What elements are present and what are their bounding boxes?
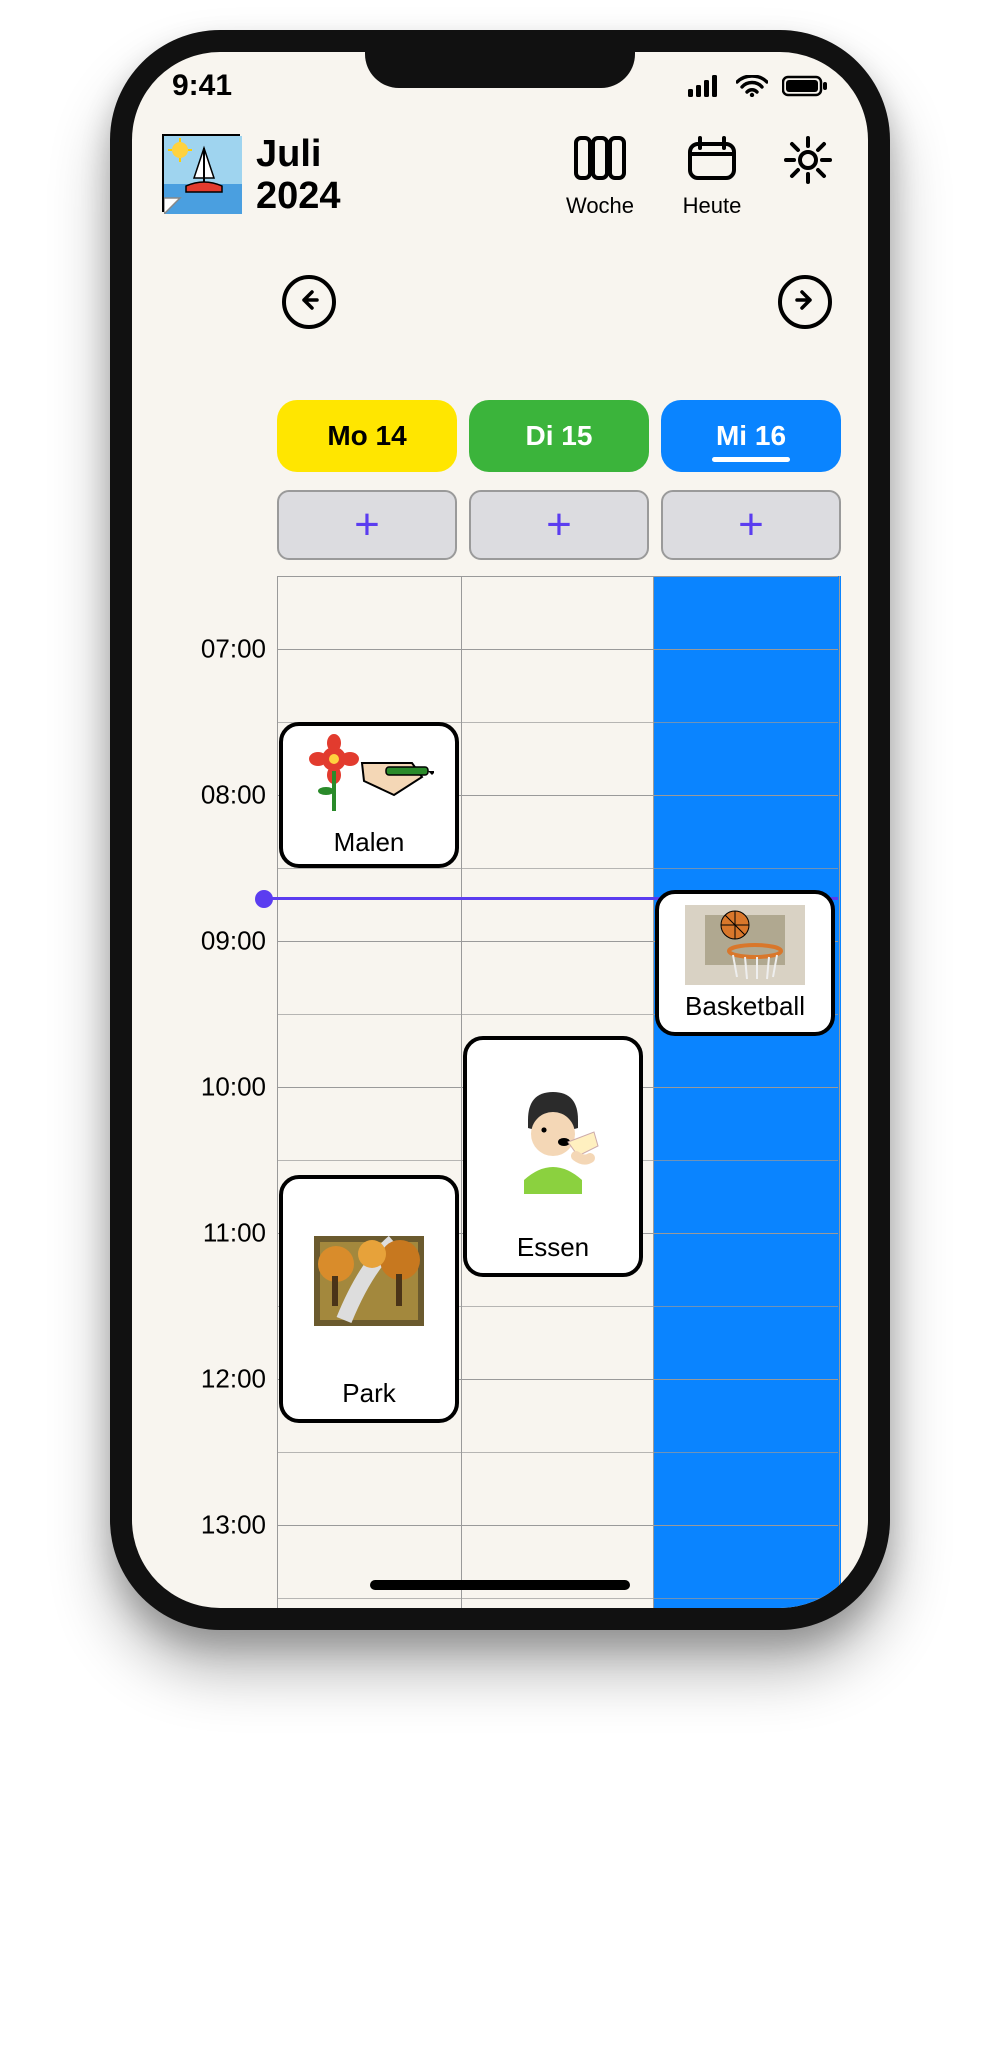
- week-view-button[interactable]: Woche: [554, 134, 646, 219]
- time-label: 10:00: [201, 1072, 266, 1103]
- settings-button[interactable]: [778, 134, 838, 191]
- add-event-button-wed[interactable]: +: [661, 490, 841, 560]
- app-logo[interactable]: [162, 134, 240, 212]
- battery-icon: [782, 75, 828, 97]
- grid-hour-line: [277, 649, 838, 650]
- today-label: Heute: [683, 193, 742, 219]
- grid-column-divider: [277, 576, 278, 1608]
- day-pill-label: Mo 14: [327, 420, 406, 452]
- day-pill-label: Mi 16: [716, 420, 786, 452]
- phone-frame: 9:41: [110, 30, 890, 1630]
- event-card[interactable]: Essen: [463, 1036, 643, 1277]
- grid-hour-line: [277, 576, 838, 577]
- wifi-icon: [736, 75, 768, 97]
- time-label: 11:00: [203, 1218, 266, 1249]
- park-icon: [291, 1189, 447, 1374]
- add-event-button-tue[interactable]: +: [469, 490, 649, 560]
- event-label: Malen: [334, 827, 405, 858]
- flower-paint-icon: [291, 733, 447, 823]
- eating-icon: [475, 1050, 631, 1228]
- selected-underline: [712, 457, 790, 462]
- week-view-label: Woche: [566, 193, 634, 219]
- time-gutter: 07:00 08:00 09:00 10:00 11:00 12:00 13:00: [182, 576, 272, 1608]
- app-header: Juli 2024 Woche: [132, 120, 868, 219]
- day-pill-label: Di 15: [526, 420, 593, 452]
- event-card[interactable]: Basketball: [655, 890, 835, 1036]
- event-card[interactable]: Park: [279, 1175, 459, 1423]
- grid-column-divider: [461, 576, 462, 1608]
- time-label: 13:00: [201, 1510, 266, 1541]
- day-columns: Mo 14 + Di 15 + Mi 16: [277, 400, 840, 1608]
- time-label: 07:00: [201, 634, 266, 665]
- basketball-icon: [667, 904, 823, 987]
- grid-halfhour-line: [277, 1598, 838, 1599]
- arrow-right-icon: [793, 288, 817, 317]
- screen: 9:41: [132, 52, 868, 1608]
- status-time: 9:41: [172, 69, 232, 103]
- today-column-highlight: [653, 576, 841, 1608]
- today-button[interactable]: Heute: [666, 134, 758, 219]
- plus-icon: +: [546, 503, 572, 547]
- grid-halfhour-line: [277, 1452, 838, 1453]
- current-time-dot-icon: [255, 890, 273, 908]
- grid-hour-line: [277, 1525, 838, 1526]
- event-card[interactable]: Malen: [279, 722, 459, 868]
- day-pill-mon[interactable]: Mo 14: [277, 400, 457, 472]
- calendar-icon: [686, 134, 738, 187]
- time-label: 12:00: [201, 1364, 266, 1395]
- event-label: Essen: [517, 1232, 589, 1263]
- home-indicator: [370, 1580, 630, 1590]
- time-label: 09:00: [201, 926, 266, 957]
- event-label: Basketball: [685, 991, 805, 1022]
- arrow-left-icon: [297, 288, 321, 317]
- header-year: 2024: [256, 176, 554, 218]
- grid-halfhour-line: [277, 868, 838, 869]
- day-pill-wed[interactable]: Mi 16: [661, 400, 841, 472]
- grid-column-divider: [653, 576, 654, 1608]
- prev-day-button[interactable]: [282, 275, 336, 329]
- next-day-button[interactable]: [778, 275, 832, 329]
- cellular-signal-icon: [688, 75, 722, 97]
- plus-icon: +: [354, 503, 380, 547]
- day-pill-tue[interactable]: Di 15: [469, 400, 649, 472]
- time-label: 08:00: [201, 780, 266, 811]
- grid-column-divider: [839, 576, 840, 1608]
- timeline-grid[interactable]: Malen Basketball Essen Par: [277, 576, 840, 1608]
- event-label: Park: [342, 1378, 395, 1409]
- plus-icon: +: [738, 503, 764, 547]
- device-notch: [365, 30, 635, 88]
- gear-icon: [782, 134, 834, 191]
- columns-icon: [572, 134, 628, 187]
- header-month: Juli: [256, 134, 554, 176]
- day-nav: [132, 267, 868, 339]
- add-event-button-mon[interactable]: +: [277, 490, 457, 560]
